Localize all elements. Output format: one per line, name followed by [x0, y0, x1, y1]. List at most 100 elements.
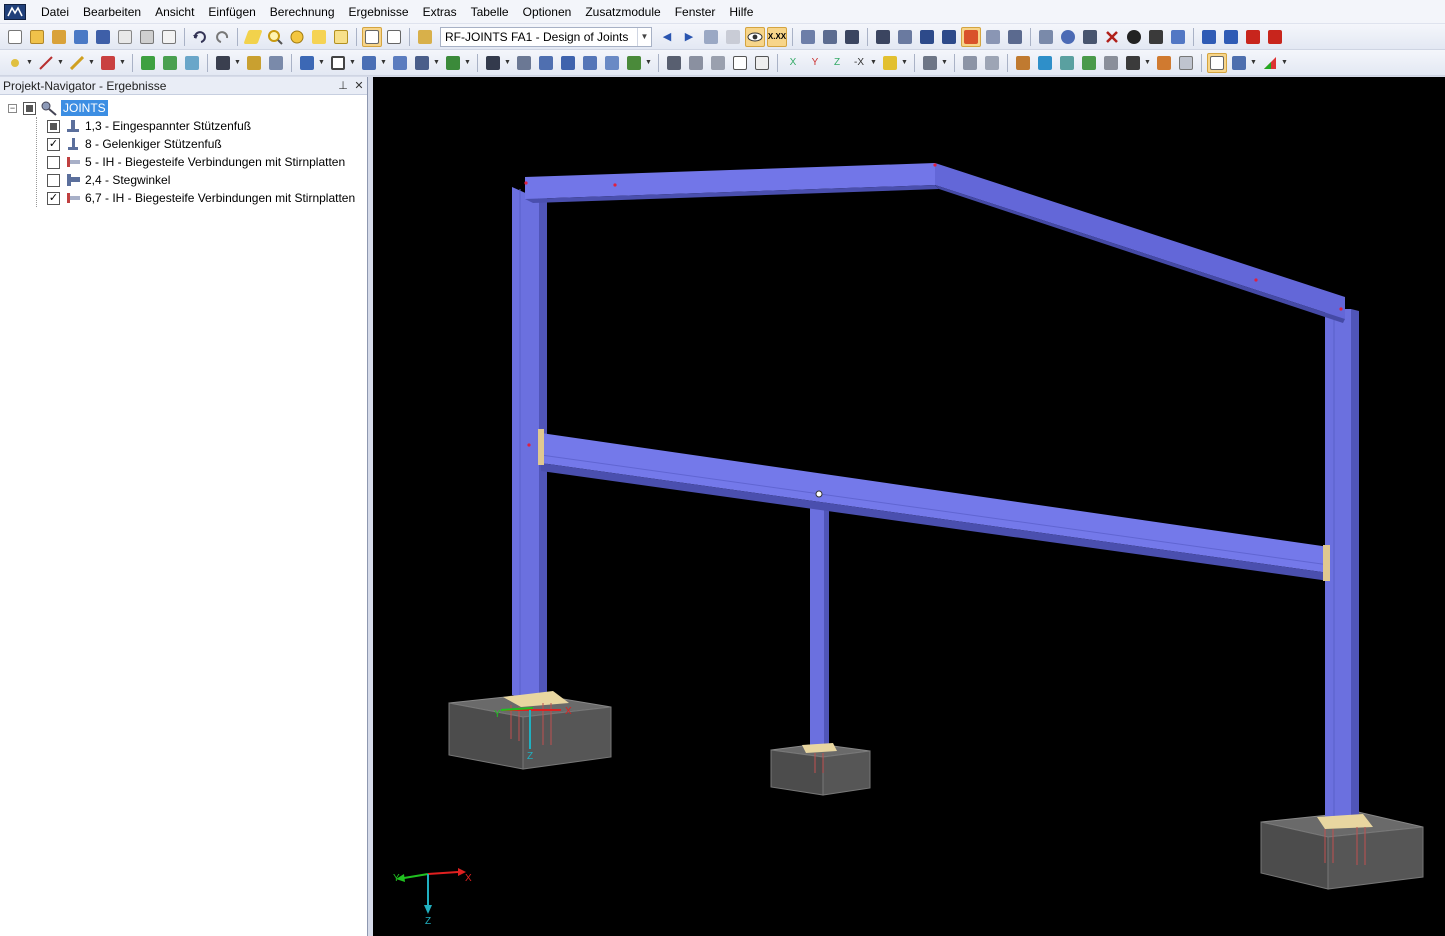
multi-view-icon[interactable]: [536, 53, 556, 73]
view-y-icon[interactable]: Y: [805, 53, 825, 73]
view-rotate-icon[interactable]: [558, 53, 578, 73]
view-iso-icon[interactable]: [359, 53, 379, 73]
module-pin-icon[interactable]: [415, 27, 435, 47]
chevron-down-icon[interactable]: ▼: [318, 59, 325, 66]
zoom-all-icon[interactable]: [664, 53, 684, 73]
animation-icon[interactable]: [820, 27, 840, 47]
chevron-down-icon[interactable]: ▼: [870, 59, 877, 66]
print-preview-icon[interactable]: [115, 27, 135, 47]
color-scale-icon[interactable]: [1260, 53, 1280, 73]
mirror-icon[interactable]: [1080, 27, 1100, 47]
render-icon[interactable]: [1124, 27, 1144, 47]
open-model-icon[interactable]: [49, 27, 69, 47]
window-layout-icon[interactable]: [1176, 53, 1196, 73]
select-objects-icon[interactable]: [961, 26, 981, 47]
results-icon[interactable]: [309, 27, 329, 47]
show-results-eye-icon[interactable]: [745, 26, 765, 47]
support-view-icon[interactable]: [1079, 53, 1099, 73]
save-icon[interactable]: [93, 27, 113, 47]
item-checkbox[interactable]: [47, 155, 60, 169]
chevron-down-icon[interactable]: ▼: [119, 59, 126, 66]
chevron-down-icon[interactable]: ▼: [433, 59, 440, 66]
undo-icon[interactable]: [190, 27, 210, 47]
menu-hilfe[interactable]: Hilfe: [722, 2, 760, 22]
tree-item-pinned-column-base[interactable]: ✓ 8 - Gelenkiger Stützenfuß: [0, 135, 367, 153]
model-viewport[interactable]: X Y Z X Y Z: [373, 77, 1445, 936]
select-arrow-icon[interactable]: [483, 53, 503, 73]
chevron-down-icon[interactable]: ▼: [234, 59, 241, 66]
line-icon[interactable]: [36, 53, 56, 73]
menu-bearbeiten[interactable]: Bearbeiten: [76, 2, 148, 22]
menu-ansicht[interactable]: Ansicht: [148, 2, 201, 22]
zoom-window-icon[interactable]: [686, 53, 706, 73]
snap-icon[interactable]: [917, 27, 937, 47]
menu-berechnung[interactable]: Berechnung: [263, 2, 342, 22]
chevron-down-icon[interactable]: ▼: [645, 59, 652, 66]
values-xxx-icon[interactable]: [723, 27, 743, 47]
surface-view-icon[interactable]: [1035, 53, 1055, 73]
surface-icon[interactable]: [98, 53, 118, 73]
film-icon[interactable]: [842, 27, 862, 47]
chevron-down-icon[interactable]: ▼: [464, 59, 471, 66]
menu-zusatzmodule[interactable]: Zusatzmodule: [578, 2, 667, 22]
result-diagram-icon[interactable]: [1229, 53, 1249, 73]
view-select-icon[interactable]: [297, 53, 317, 73]
menu-tabelle[interactable]: Tabelle: [464, 2, 516, 22]
chevron-down-icon[interactable]: ▼: [941, 59, 948, 66]
view-3d-icon[interactable]: [390, 53, 410, 73]
dimension-icon[interactable]: [1005, 27, 1025, 47]
tree-root-joints[interactable]: − JOINTS: [0, 99, 367, 117]
structure-3d-view[interactable]: X Y Z X Y Z: [373, 77, 1445, 936]
menu-fenster[interactable]: Fenster: [668, 2, 723, 22]
work-plane-icon[interactable]: [983, 27, 1003, 47]
tree-item-web-angle[interactable]: 2,4 - Stegwinkel: [0, 171, 367, 189]
cube-iso-icon[interactable]: [752, 53, 772, 73]
export-icon[interactable]: [1199, 27, 1219, 47]
tools-icon[interactable]: [514, 53, 534, 73]
pencil-icon[interactable]: [243, 27, 263, 47]
open-folder-icon[interactable]: [27, 27, 47, 47]
delete-cross-icon[interactable]: [1102, 27, 1122, 47]
show-results-icon[interactable]: [331, 27, 351, 47]
move-icon[interactable]: [939, 27, 959, 47]
navigator-toggle-icon[interactable]: [362, 26, 382, 47]
rfem-logo-icon[interactable]: [4, 3, 26, 20]
item-checkbox[interactable]: [47, 119, 60, 133]
item-checkbox-checked[interactable]: ✓: [47, 137, 60, 151]
result-numbers-icon[interactable]: X.XX: [767, 26, 787, 47]
deformation-icon[interactable]: [798, 27, 818, 47]
table-toggle-icon[interactable]: [384, 27, 404, 47]
pdf-export-icon[interactable]: [1243, 27, 1263, 47]
trophy-icon[interactable]: [624, 53, 644, 73]
module-select[interactable]: RF-JOINTS FA1 - Design of Joints ▼: [440, 26, 652, 47]
rotate-icon[interactable]: [1058, 27, 1078, 47]
menu-extras[interactable]: Extras: [416, 2, 464, 22]
calculate-icon[interactable]: [287, 27, 307, 47]
layout-icon[interactable]: [1123, 53, 1143, 73]
result-table-icon[interactable]: [1207, 52, 1227, 73]
node-icon[interactable]: [5, 53, 25, 73]
member-load-icon[interactable]: [244, 53, 264, 73]
solid-view-icon[interactable]: [1057, 53, 1077, 73]
solid-icon[interactable]: [182, 53, 202, 73]
chevron-down-icon[interactable]: ▼: [637, 27, 651, 46]
new-file-icon[interactable]: [5, 27, 25, 47]
view-zoom-icon[interactable]: [602, 53, 622, 73]
member-rafter-left[interactable]: [525, 163, 939, 203]
section-icon[interactable]: [1013, 53, 1033, 73]
item-checkbox-checked[interactable]: ✓: [47, 191, 60, 205]
pdf-print-icon[interactable]: [1265, 27, 1285, 47]
chevron-down-icon[interactable]: ▼: [26, 59, 33, 66]
end-plate-left[interactable]: [538, 429, 544, 465]
diagram-icon[interactable]: [1101, 53, 1121, 73]
redo-icon[interactable]: [212, 27, 232, 47]
collapse-icon[interactable]: −: [8, 103, 17, 113]
cube-view-icon[interactable]: [730, 53, 750, 73]
grid-icon[interactable]: [873, 27, 893, 47]
menu-optionen[interactable]: Optionen: [516, 2, 579, 22]
chevron-down-icon[interactable]: ▼: [57, 59, 64, 66]
member-column-right[interactable]: [1325, 309, 1359, 821]
zoom-icon[interactable]: [708, 53, 728, 73]
menu-einfuegen[interactable]: Einfügen: [201, 2, 262, 22]
grid-points-icon[interactable]: [895, 27, 915, 47]
